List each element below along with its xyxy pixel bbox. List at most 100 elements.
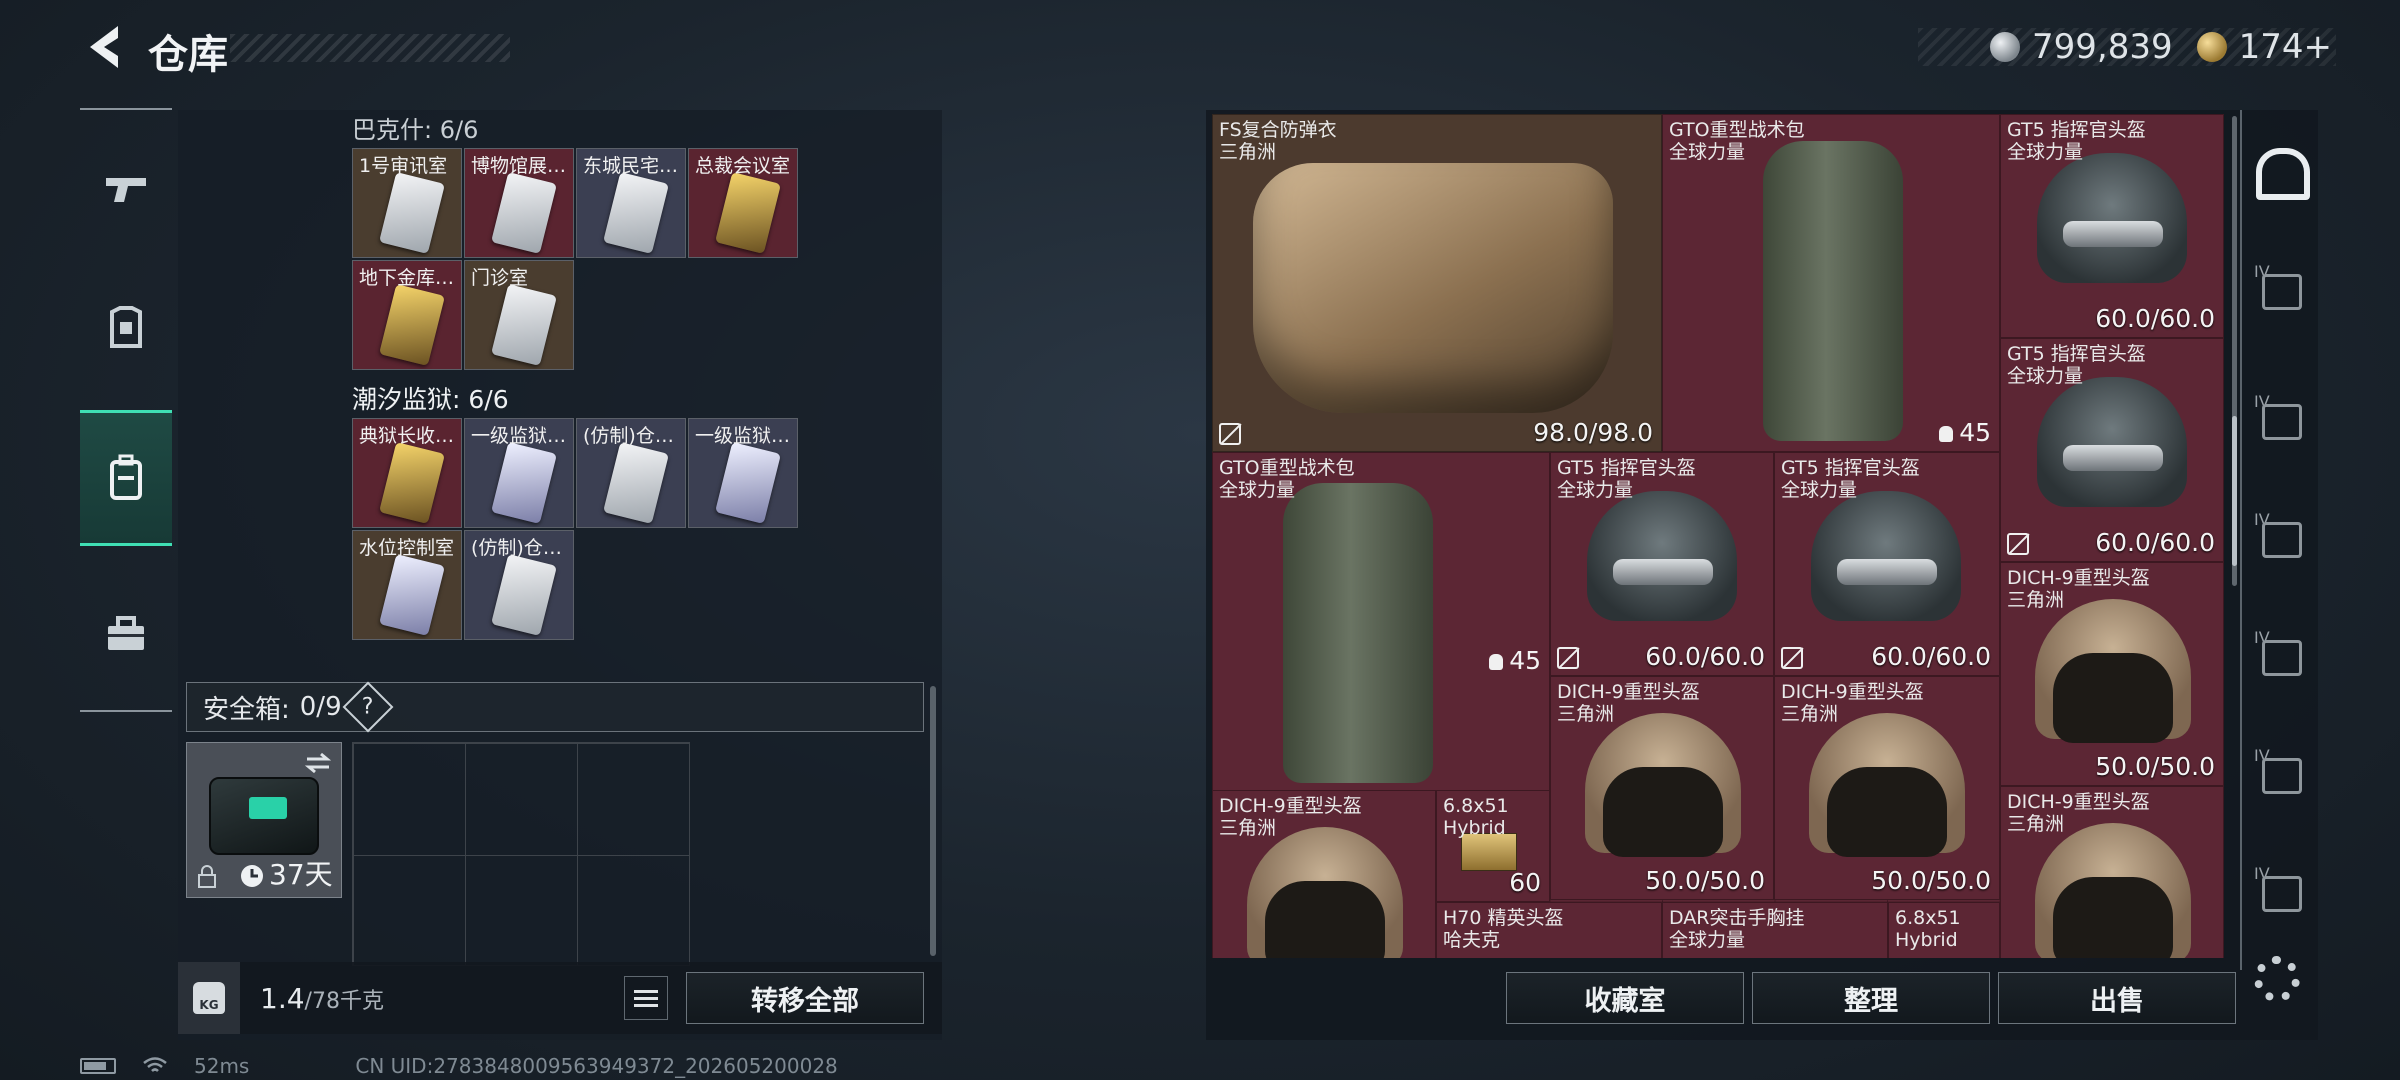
item-name: GT5 指挥官头盔 bbox=[1557, 457, 1696, 479]
nav-armor[interactable] bbox=[80, 260, 172, 396]
inventory-item[interactable]: DICH-9重型头盔 三角洲 50.0/50.0 bbox=[1550, 676, 1774, 900]
inventory-item[interactable]: H70 精英头盔 哈夫克 bbox=[1436, 902, 1662, 958]
nav-backpack[interactable] bbox=[80, 410, 172, 546]
gun-tier-icon bbox=[2262, 758, 2302, 794]
key-card-label: 总裁会议室 bbox=[695, 155, 791, 177]
home-base-icon[interactable] bbox=[2256, 148, 2310, 200]
capacity-value: 45 bbox=[1959, 418, 1991, 447]
key-card[interactable]: (仿制)仓… bbox=[576, 418, 686, 528]
key-card[interactable]: 总裁会议室 bbox=[688, 148, 798, 258]
uid-text: CN UID:2783848009563949372_202605200028 bbox=[355, 1054, 838, 1078]
currency-display[interactable]: 799,839 174+ bbox=[1990, 27, 2332, 67]
inventory-item[interactable]: FS复合防弹衣 三角洲 98.0/98.0 bbox=[1212, 114, 1662, 452]
settings-gear-icon[interactable] bbox=[2254, 956, 2300, 1002]
key-card-label: 1号审讯室 bbox=[359, 155, 448, 177]
stash-scrollbar[interactable] bbox=[930, 686, 936, 956]
key-card[interactable]: 1号审讯室 bbox=[352, 148, 462, 258]
nav-toolbox[interactable] bbox=[80, 566, 172, 702]
vest-image bbox=[1253, 163, 1613, 413]
swap-icon[interactable] bbox=[303, 751, 333, 775]
item-durability: 50.0/50.0 bbox=[2095, 752, 2215, 781]
help-icon[interactable]: ? bbox=[342, 681, 394, 733]
inventory-item[interactable]: DAR突击手胸挂 全球力量 bbox=[1662, 902, 1888, 958]
case-days-remaining: 37天 bbox=[269, 858, 333, 891]
item-faction: Hybrid bbox=[1443, 817, 1506, 839]
inventory-item[interactable]: DICH-9重型头盔 三角洲 bbox=[1212, 790, 1436, 958]
back-arrow-icon[interactable] bbox=[78, 22, 124, 72]
scrollbar-thumb[interactable] bbox=[2232, 416, 2237, 566]
inventory-item[interactable]: DICH-9重型头盔 三角洲 50.0/50.0 bbox=[2000, 562, 2224, 786]
gold-coin-icon bbox=[2196, 32, 2227, 62]
inventory-item[interactable]: DICH-9重型头盔 三角洲 bbox=[2000, 786, 2224, 958]
kg-label: KG bbox=[193, 982, 225, 1014]
tier-tab-case[interactable]: IV bbox=[2252, 510, 2312, 570]
wifi-icon bbox=[143, 1057, 167, 1072]
key-card[interactable]: 博物馆展… bbox=[464, 148, 574, 258]
item-name: DAR突击手胸挂 bbox=[1669, 907, 1805, 929]
backpack-image bbox=[1763, 141, 1903, 441]
key-card[interactable]: 一级监狱… bbox=[688, 418, 798, 528]
capacity-icon bbox=[1939, 426, 1954, 442]
item-name: GT5 指挥官头盔 bbox=[2007, 119, 2146, 141]
key-card[interactable]: 东城民宅… bbox=[576, 148, 686, 258]
sell-button[interactable]: 出售 bbox=[1998, 972, 2236, 1024]
key-card-label: 典狱长收… bbox=[359, 425, 455, 447]
title-stripe bbox=[230, 34, 510, 62]
key-card[interactable]: 地下金库… bbox=[352, 260, 462, 370]
broken-icon bbox=[1219, 423, 1241, 445]
tier-tab-tool[interactable]: IV bbox=[2252, 628, 2312, 688]
key-card-label: 地下金库… bbox=[359, 267, 455, 289]
key-card-label: 门诊室 bbox=[471, 267, 529, 289]
key-card[interactable]: (仿制)仓… bbox=[464, 530, 574, 640]
tool-tier-icon bbox=[2262, 640, 2302, 676]
silver-coin-icon bbox=[1990, 32, 2020, 62]
transfer-all-button[interactable]: 转移全部 bbox=[686, 972, 924, 1024]
inventory-scrollbar[interactable] bbox=[2232, 116, 2237, 586]
organize-button[interactable]: 整理 bbox=[1752, 972, 1990, 1024]
weight-max: /78千克 bbox=[304, 988, 384, 1014]
helmet-image bbox=[2037, 153, 2187, 283]
nav-weapon[interactable] bbox=[80, 120, 172, 256]
key-card-label: 水位控制室 bbox=[359, 537, 455, 559]
inventory-item[interactable]: DICH-9重型头盔 三角洲 50.0/50.0 bbox=[1774, 676, 2000, 900]
item-name: 6.8x51 bbox=[1895, 907, 1961, 929]
inventory-grid: FS复合防弹衣 三角洲 98.0/98.0 GTO重型战术包 全球力量 45 GT5… bbox=[1212, 114, 2224, 958]
tier-tab-medkit[interactable]: IV bbox=[2252, 392, 2312, 452]
tier-tab-armor[interactable]: IV bbox=[2252, 262, 2312, 322]
key-card[interactable]: 水位控制室 bbox=[352, 530, 462, 640]
item-durability: 50.0/50.0 bbox=[1871, 866, 1991, 895]
ping-text: 52ms bbox=[194, 1054, 250, 1078]
key-card[interactable]: 一级监狱… bbox=[464, 418, 574, 528]
tier-tab-storage[interactable]: IV bbox=[2252, 864, 2312, 924]
inventory-item[interactable]: GT5 指挥官头盔 全球力量 60.0/60.0 bbox=[2000, 114, 2224, 338]
inventory-item[interactable]: GT5 指挥官头盔 全球力量 60.0/60.0 bbox=[1550, 452, 1774, 676]
item-name: GT5 指挥官头盔 bbox=[1781, 457, 1920, 479]
key-card[interactable]: 门诊室 bbox=[464, 260, 574, 370]
inventory-item[interactable]: GTO重型战术包 全球力量 45 bbox=[1662, 114, 2000, 452]
item-durability: 60.0/60.0 bbox=[1645, 642, 1765, 671]
inventory-item[interactable]: GT5 指挥官头盔 全球力量 60.0/60.0 bbox=[1774, 452, 2000, 676]
medkit-tier-icon bbox=[2262, 404, 2302, 440]
inventory-item[interactable]: GT5 指挥官头盔 全球力量 60.0/60.0 bbox=[2000, 338, 2224, 562]
key-card-label: 东城民宅… bbox=[583, 155, 679, 177]
safe-box-header: 安全箱: 0/9 ? bbox=[186, 681, 924, 733]
clock-icon bbox=[241, 865, 263, 887]
status-bar: 52ms CN UID:2783848009563949372_20260520… bbox=[80, 1054, 838, 1078]
tier-tab-gun[interactable]: IV bbox=[2252, 746, 2312, 806]
stash-group-grid: 1号审讯室 博物馆展… 东城民宅… 总裁会议室 地下金库… 门诊室 bbox=[352, 148, 798, 370]
item-capacity: 45 bbox=[1939, 418, 1991, 447]
item-name: 6.8x51 bbox=[1443, 795, 1509, 817]
inventory-item[interactable]: 6.8x51 Hybrid 60 bbox=[1436, 790, 1550, 902]
collection-room-button[interactable]: 收藏室 bbox=[1506, 972, 1744, 1024]
key-card[interactable]: 典狱长收… bbox=[352, 418, 462, 528]
safe-case-item[interactable]: 37天 bbox=[186, 742, 342, 898]
broken-icon bbox=[2007, 533, 2029, 555]
storage-tier-nav: IV IV IV IV IV IV bbox=[2240, 110, 2318, 970]
key-card-label: 一级监狱… bbox=[695, 425, 791, 447]
armor-icon bbox=[110, 306, 142, 348]
list-view-button[interactable] bbox=[624, 976, 668, 1020]
item-name: GT5 指挥官头盔 bbox=[2007, 343, 2146, 365]
item-name: DICH-9重型头盔 bbox=[2007, 567, 2150, 589]
toolbox-icon bbox=[108, 616, 144, 650]
inventory-item[interactable]: 6.8x51 Hybrid bbox=[1888, 902, 2000, 958]
